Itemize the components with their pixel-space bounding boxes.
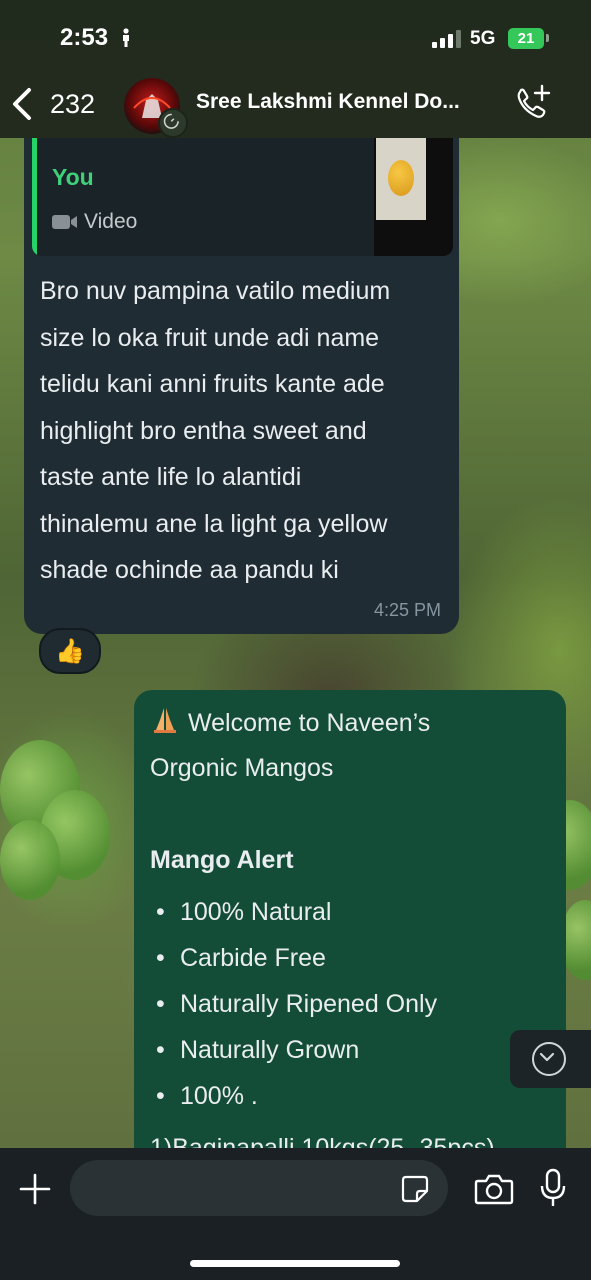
bullet-item: Naturally Ripened Only xyxy=(180,990,438,1018)
battery-icon: 21 xyxy=(508,28,544,49)
message-text: Bro nuv pampina vatilo medium size lo ok… xyxy=(40,268,450,594)
chevron-left-icon xyxy=(13,88,31,120)
mango-image xyxy=(388,160,414,196)
scroll-to-bottom-button[interactable] xyxy=(510,1030,591,1088)
bullet-dot: • xyxy=(156,990,165,1018)
chat-header: 232 Sree Lakshmi Kennel Do... xyxy=(0,70,591,138)
bullet-dot: • xyxy=(156,898,165,926)
chat-title[interactable]: Sree Lakshmi Kennel Do... xyxy=(196,90,496,114)
message-line: shade ochinde aa pandu ki xyxy=(40,556,339,584)
microphone-icon[interactable] xyxy=(538,1168,568,1208)
quoted-message[interactable]: You Video xyxy=(32,138,453,256)
folded-hands-icon xyxy=(154,708,176,733)
video-thumbnail xyxy=(374,138,453,256)
message-line: thinalemu ane la light ga yellow xyxy=(40,509,388,538)
alert-heading: Mango Alert xyxy=(150,846,294,874)
message-line: highlight bro entha sweet and xyxy=(40,416,367,445)
network-label: 5G xyxy=(470,28,496,49)
sticker-icon[interactable] xyxy=(400,1174,430,1204)
welcome-line: Welcome to Naveen’s xyxy=(150,706,430,738)
battery-tip xyxy=(546,34,549,42)
message-line: taste ante life lo alantidi xyxy=(40,463,302,491)
quote-accent-bar xyxy=(32,138,37,256)
unread-count: 232 xyxy=(50,88,96,119)
person-icon xyxy=(123,28,129,47)
welcome-line-2: Orgonic Mangos xyxy=(150,754,334,782)
back-button[interactable]: 232 xyxy=(10,84,95,124)
chevron-down-icon xyxy=(532,1042,566,1076)
reaction-badge[interactable]: 👍 xyxy=(39,628,101,674)
disappearing-timer-icon xyxy=(158,108,188,138)
home-indicator xyxy=(190,1260,400,1267)
bullet-dot: • xyxy=(156,1036,165,1064)
message-line: size lo oka fruit unde adi name xyxy=(40,323,380,352)
message-composer xyxy=(0,1148,591,1280)
bullet-item: 100% . xyxy=(180,1082,258,1110)
quote-author: You xyxy=(52,164,94,190)
bullet-dot: • xyxy=(156,944,165,972)
battery-level: 21 xyxy=(517,30,535,47)
video-icon xyxy=(52,215,77,229)
incoming-message-bubble[interactable]: You Video Bro nuv pampina vatilo medium … xyxy=(24,138,459,634)
status-time: 2:53 xyxy=(60,24,109,51)
quote-type: Video xyxy=(52,210,137,234)
bullet-item: Naturally Grown xyxy=(180,1036,360,1064)
camera-icon[interactable] xyxy=(474,1172,514,1206)
quote-type-label: Video xyxy=(84,210,138,233)
message-line: telidu kani anni fruits kante ade xyxy=(40,370,385,398)
wallpaper-mango xyxy=(0,820,60,900)
bullet-dot: • xyxy=(156,1082,165,1110)
message-timestamp: 4:25 PM xyxy=(373,600,441,620)
thumbnail-frame xyxy=(376,138,426,220)
outgoing-message-bubble[interactable]: Welcome to Naveen’s Orgonic Mangos Mango… xyxy=(134,690,566,1160)
message-line: Bro nuv pampina vatilo medium xyxy=(40,277,391,305)
add-call-icon[interactable] xyxy=(512,84,552,124)
status-bar: 2:53 5G 21 xyxy=(0,0,591,70)
bullet-item: 100% Natural xyxy=(180,898,332,926)
signal-icon xyxy=(432,30,462,48)
plus-icon[interactable] xyxy=(18,1172,52,1206)
bullet-item: Carbide Free xyxy=(180,944,326,972)
message-input[interactable] xyxy=(70,1160,448,1216)
welcome-line-1: Welcome to Naveen’s xyxy=(188,709,431,737)
